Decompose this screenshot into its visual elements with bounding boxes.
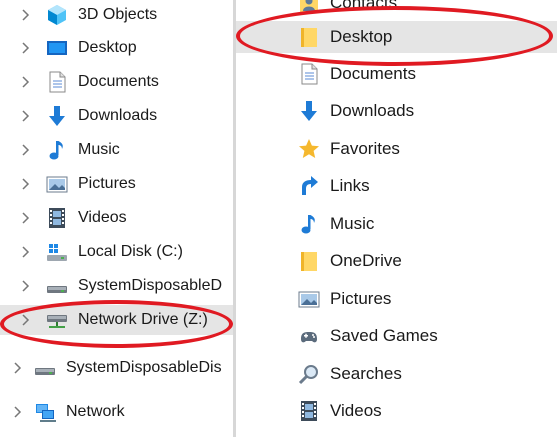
content-item-label: Searches bbox=[330, 364, 402, 383]
nav-item-downloads[interactable]: Downloads bbox=[0, 101, 233, 131]
nav-item-music[interactable]: Music bbox=[0, 135, 233, 165]
pictures-icon bbox=[46, 173, 68, 195]
chevron-right-icon[interactable] bbox=[18, 176, 34, 192]
navigation-pane: 3D Objects Desktop Documents Downloads M… bbox=[0, 0, 233, 437]
nav-item-label: Music bbox=[78, 141, 120, 158]
drive-icon bbox=[34, 357, 56, 379]
chevron-right-icon[interactable] bbox=[18, 312, 34, 328]
folder-icon bbox=[298, 26, 320, 48]
chevron-right-icon[interactable] bbox=[18, 142, 34, 158]
documents-icon bbox=[298, 63, 320, 85]
chevron-right-icon[interactable] bbox=[18, 210, 34, 226]
content-item-documents[interactable]: Documents bbox=[236, 59, 557, 89]
content-item-contacts[interactable]: Contacts bbox=[236, 0, 557, 18]
chevron-right-icon[interactable] bbox=[18, 74, 34, 90]
nav-item-label: Videos bbox=[78, 209, 127, 226]
searches-icon bbox=[298, 363, 320, 385]
network-icon bbox=[34, 401, 56, 423]
nav-item-desktop[interactable]: Desktop bbox=[0, 33, 233, 63]
nav-item-label: Downloads bbox=[78, 107, 158, 124]
music-icon bbox=[46, 139, 68, 161]
chevron-right-icon[interactable] bbox=[18, 244, 34, 260]
chevron-right-icon[interactable] bbox=[10, 404, 26, 420]
content-item-label: Documents bbox=[330, 64, 416, 83]
folder-icon bbox=[298, 250, 320, 272]
nav-item-3d-objects[interactable]: 3D Objects bbox=[0, 0, 233, 30]
saved-games-icon bbox=[298, 325, 320, 347]
favorites-icon bbox=[298, 138, 320, 160]
nav-item-network-drive-z[interactable]: Network Drive (Z:) bbox=[0, 305, 233, 335]
content-item-label: Downloads bbox=[330, 101, 415, 120]
nav-item-documents[interactable]: Documents bbox=[0, 67, 233, 97]
network-drive-icon bbox=[46, 309, 68, 331]
content-item-downloads[interactable]: Downloads bbox=[236, 96, 557, 126]
nav-item-label: Network bbox=[66, 403, 125, 420]
content-item-label: Favorites bbox=[330, 139, 400, 158]
content-item-saved-games[interactable]: Saved Games bbox=[236, 321, 557, 351]
3d-objects-icon bbox=[46, 4, 68, 26]
content-item-label: Pictures bbox=[330, 289, 392, 308]
content-item-searches[interactable]: Searches bbox=[236, 359, 557, 389]
content-item-videos[interactable]: Videos bbox=[236, 396, 557, 426]
nav-item-system-disposable-dis[interactable]: SystemDisposableDis bbox=[0, 353, 233, 383]
contacts-icon bbox=[298, 0, 320, 14]
content-item-label: Links bbox=[330, 176, 370, 195]
videos-icon bbox=[298, 400, 320, 422]
content-item-label: Videos bbox=[330, 401, 382, 420]
videos-icon bbox=[46, 207, 68, 229]
chevron-right-icon[interactable] bbox=[18, 278, 34, 294]
music-icon bbox=[298, 213, 320, 235]
nav-item-label: 3D Objects bbox=[78, 6, 158, 23]
nav-item-system-disposable-d[interactable]: SystemDisposableD bbox=[0, 271, 233, 301]
nav-item-videos[interactable]: Videos bbox=[0, 203, 233, 233]
nav-item-label: SystemDisposableD bbox=[78, 277, 223, 294]
content-item-music[interactable]: Music bbox=[236, 209, 557, 239]
chevron-right-icon[interactable] bbox=[18, 40, 34, 56]
content-item-label: Desktop bbox=[330, 27, 393, 46]
chevron-right-icon[interactable] bbox=[10, 360, 26, 376]
desktop-icon bbox=[46, 37, 68, 59]
nav-item-label: Local Disk (C:) bbox=[78, 243, 183, 260]
nav-item-label: Network Drive (Z:) bbox=[78, 311, 208, 328]
nav-item-label: SystemDisposableDis bbox=[66, 359, 222, 376]
content-pane: Contacts Desktop Documents Downloads Fav… bbox=[236, 0, 557, 437]
local-disk-icon bbox=[46, 241, 68, 263]
chevron-right-icon[interactable] bbox=[18, 108, 34, 124]
content-item-label: Music bbox=[330, 214, 375, 233]
content-item-onedrive[interactable]: OneDrive bbox=[236, 246, 557, 276]
content-item-label: OneDrive bbox=[330, 251, 402, 270]
documents-icon bbox=[46, 71, 68, 93]
downloads-icon bbox=[298, 100, 320, 122]
chevron-right-icon[interactable] bbox=[18, 7, 34, 23]
nav-item-label: Pictures bbox=[78, 175, 136, 192]
content-item-desktop[interactable]: Desktop bbox=[236, 21, 557, 53]
downloads-icon bbox=[46, 105, 68, 127]
content-item-label: Saved Games bbox=[330, 326, 438, 345]
nav-item-pictures[interactable]: Pictures bbox=[0, 169, 233, 199]
nav-item-label: Desktop bbox=[78, 39, 137, 56]
nav-item-label: Documents bbox=[78, 73, 159, 90]
content-item-pictures[interactable]: Pictures bbox=[236, 284, 557, 314]
links-icon bbox=[298, 175, 320, 197]
content-item-label: Contacts bbox=[330, 0, 398, 12]
drive-icon bbox=[46, 275, 68, 297]
nav-item-network[interactable]: Network bbox=[0, 397, 233, 427]
pictures-icon bbox=[298, 288, 320, 310]
nav-item-local-disk-c[interactable]: Local Disk (C:) bbox=[0, 237, 233, 267]
content-item-links[interactable]: Links bbox=[236, 171, 557, 201]
content-item-favorites[interactable]: Favorites bbox=[236, 134, 557, 164]
